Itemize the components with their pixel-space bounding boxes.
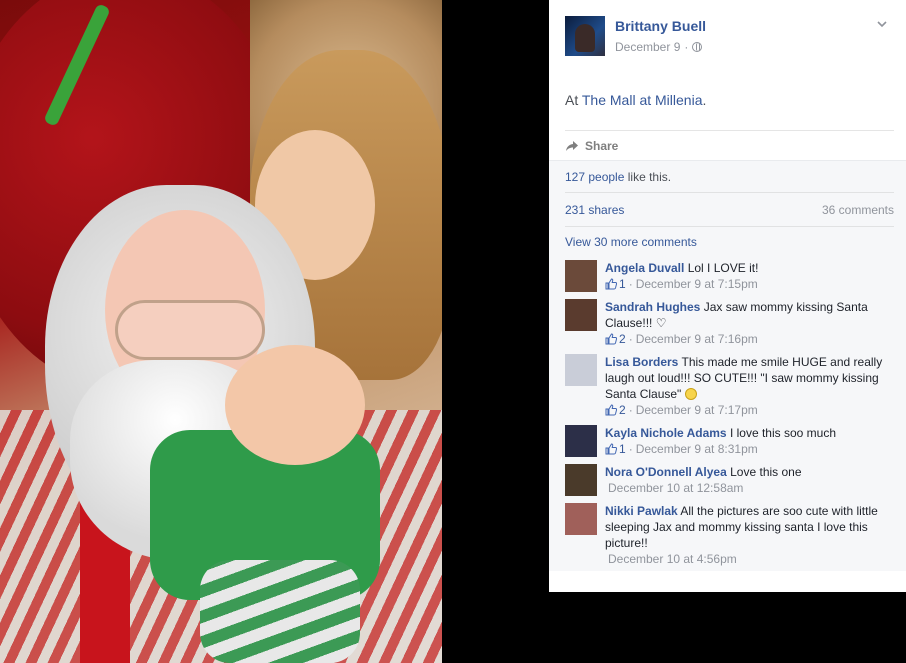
- comment-time[interactable]: December 10 at 12:58am: [608, 480, 743, 496]
- location-prefix: At: [565, 92, 579, 108]
- like-number: 1: [619, 277, 626, 291]
- commenter-avatar[interactable]: [565, 299, 597, 331]
- comment-body: Kayla Nichole Adams I love this soo much…: [605, 425, 894, 457]
- comment-body: Nikki Pawlak All the pictures are soo cu…: [605, 503, 894, 567]
- post-meta: December 9 ·: [615, 40, 703, 54]
- comment-meta: 1 · December 9 at 7:15pm: [605, 276, 894, 292]
- like-number: 2: [619, 332, 626, 346]
- smiley-emoji-icon: [684, 388, 697, 400]
- comment-item: Kayla Nichole Adams I love this soo much…: [565, 422, 894, 461]
- comment-time[interactable]: December 9 at 8:31pm: [636, 441, 758, 457]
- commenter-avatar[interactable]: [565, 464, 597, 496]
- comment-like-count[interactable]: 2: [605, 331, 626, 347]
- commenter-avatar[interactable]: [565, 425, 597, 457]
- thumbs-up-icon: [605, 333, 617, 345]
- globe-icon[interactable]: [692, 42, 703, 52]
- feedback-section: 127 people like this. 231 shares 36 comm…: [549, 160, 906, 571]
- comment-item: Sandrah Hughes Jax saw mommy kissing San…: [565, 296, 894, 351]
- view-more-comments-link[interactable]: View 30 more comments: [565, 227, 894, 257]
- thumbs-up-icon: [605, 404, 617, 416]
- commenter-name[interactable]: Sandrah Hughes: [605, 300, 700, 314]
- commenter-avatar[interactable]: [565, 260, 597, 292]
- comment-meta: 2 · December 9 at 7:17pm: [605, 402, 894, 418]
- like-number: 1: [619, 442, 626, 456]
- commenter-name[interactable]: Lisa Borders: [605, 355, 678, 369]
- comment-time[interactable]: December 9 at 7:16pm: [636, 331, 758, 347]
- comment-item: Lisa Borders This made me smile HUGE and…: [565, 351, 894, 422]
- meta-separator: ·: [628, 403, 633, 417]
- comment-item: Nikki Pawlak All the pictures are soo cu…: [565, 500, 894, 571]
- commenter-name[interactable]: Nikki Pawlak: [605, 504, 678, 518]
- comment-time[interactable]: December 9 at 7:17pm: [636, 402, 758, 418]
- comment-meta: December 10 at 12:58am: [605, 480, 894, 496]
- photo-glasses: [115, 300, 265, 360]
- comment-time[interactable]: December 9 at 7:15pm: [636, 276, 758, 292]
- chevron-down-icon[interactable]: [876, 18, 888, 30]
- comment-meta: 2 · December 9 at 7:16pm: [605, 331, 894, 347]
- likes-link[interactable]: 127 people: [565, 170, 624, 184]
- comment-body: Nora O'Donnell Alyea Love this one Decem…: [605, 464, 894, 496]
- comment-like-count[interactable]: 2: [605, 402, 626, 418]
- comment-meta: December 10 at 4:56pm: [605, 551, 894, 567]
- post-photo[interactable]: [0, 0, 442, 663]
- meta-separator: ·: [684, 40, 689, 54]
- share-arrow-icon: [566, 140, 578, 151]
- commenter-avatar[interactable]: [565, 354, 597, 386]
- comment-item: Angela Duvall Lol I LOVE it! 1 · Decembe…: [565, 257, 894, 296]
- comments-count[interactable]: 36 comments: [822, 203, 894, 217]
- like-number: 2: [619, 403, 626, 417]
- likes-summary: 127 people like this.: [565, 161, 894, 193]
- thumbs-up-icon: [605, 278, 617, 290]
- comment-meta: 1 · December 9 at 8:31pm: [605, 441, 894, 457]
- comment-like-count[interactable]: 1: [605, 276, 626, 292]
- comment-body: Angela Duvall Lol I LOVE it! 1 · Decembe…: [605, 260, 894, 292]
- post-panel: Brittany Buell December 9 · At The Mall …: [549, 0, 906, 592]
- likes-text: like this.: [627, 169, 672, 184]
- commenter-name[interactable]: Angela Duvall: [605, 261, 684, 275]
- comments-list: Angela Duvall Lol I LOVE it! 1 · Decembe…: [565, 257, 894, 571]
- commenter-avatar[interactable]: [565, 503, 597, 535]
- post-header: Brittany Buell December 9 ·: [549, 0, 906, 82]
- shares-link[interactable]: 231 shares: [565, 203, 624, 217]
- location-line: At The Mall at Millenia.: [549, 82, 906, 130]
- location-link[interactable]: The Mall at Millenia: [582, 92, 703, 108]
- meta-separator: ·: [628, 332, 633, 346]
- comment-body: Lisa Borders This made me smile HUGE and…: [605, 354, 894, 418]
- comment-text: Love this one: [730, 465, 802, 479]
- comment-text: I love this soo much: [729, 426, 837, 440]
- comment-time[interactable]: December 10 at 4:56pm: [608, 551, 737, 567]
- thumbs-up-icon: [605, 443, 617, 455]
- commenter-name[interactable]: Kayla Nichole Adams: [605, 426, 727, 440]
- share-button[interactable]: Share: [565, 139, 618, 153]
- action-bar: Share: [565, 130, 894, 160]
- meta-separator: ·: [628, 277, 633, 291]
- comment-item: Nora O'Donnell Alyea Love this one Decem…: [565, 461, 894, 500]
- commenter-name[interactable]: Nora O'Donnell Alyea: [605, 465, 727, 479]
- comment-body: Sandrah Hughes Jax saw mommy kissing San…: [605, 299, 894, 347]
- location-suffix: .: [702, 92, 707, 108]
- photo-baby-head: [225, 345, 365, 465]
- author-avatar[interactable]: [565, 16, 605, 56]
- comment-text: Lol I LOVE it!: [687, 261, 759, 275]
- counts-row: 231 shares 36 comments: [565, 193, 894, 227]
- meta-separator: ·: [628, 442, 633, 456]
- comment-like-count[interactable]: 1: [605, 441, 626, 457]
- post-date[interactable]: December 9: [615, 40, 680, 54]
- author-name[interactable]: Brittany Buell: [615, 18, 706, 34]
- share-label: Share: [585, 138, 619, 153]
- photo-baby-legs: [200, 560, 360, 663]
